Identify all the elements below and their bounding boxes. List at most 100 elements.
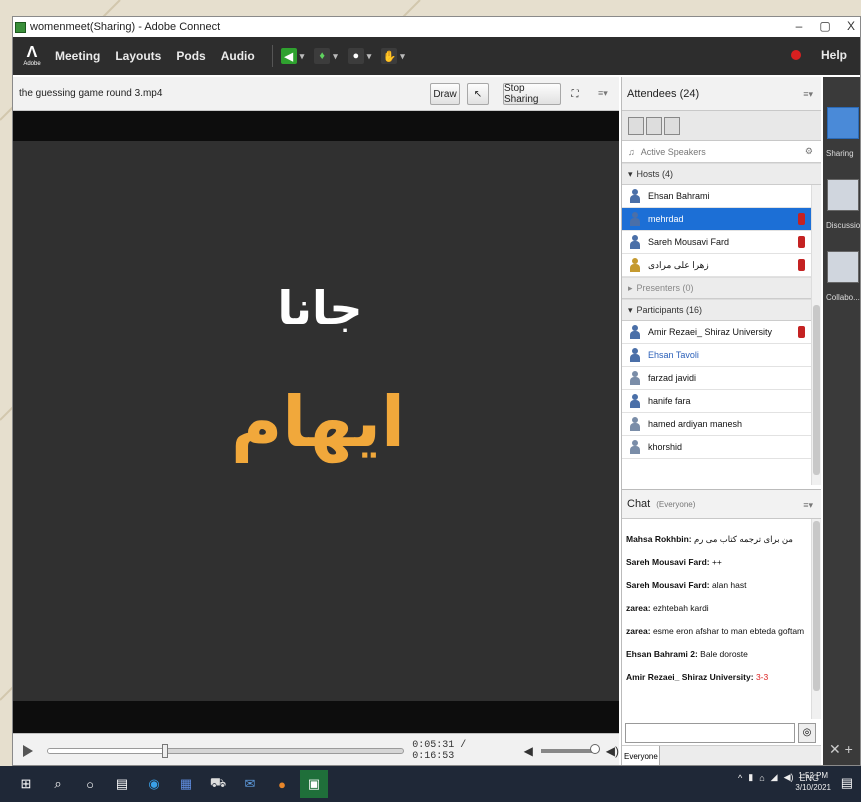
host-icon: [630, 212, 640, 226]
share-pod-title: the guessing game round 3.mp4: [19, 88, 163, 99]
attendee-row[interactable]: Sareh Mousavi Fard: [622, 231, 811, 254]
status-view-icon[interactable]: [646, 117, 662, 135]
chat-title: Chat: [627, 498, 651, 510]
layout-sharing[interactable]: [827, 107, 859, 139]
menu-layouts[interactable]: Layouts: [115, 49, 161, 63]
menu-bar: Λ Adobe Meeting Layouts Pods Audio ◀ ▾ ♦ ▾…: [13, 37, 860, 75]
network-icon[interactable]: ⌂: [759, 773, 764, 783]
chat-pod-header: Chat (Everyone) ≡▾: [622, 489, 821, 519]
pointer-button[interactable]: ↖: [467, 83, 489, 105]
notifications-icon[interactable]: ▤: [841, 775, 853, 791]
attendee-row[interactable]: Amir Rezaei_ Shiraz University: [622, 321, 811, 344]
attendee-row[interactable]: hanife fara: [622, 390, 811, 413]
cortana-icon[interactable]: ○: [76, 770, 104, 798]
window-title: womenmeet(Sharing) - Adobe Connect: [30, 21, 221, 33]
volume-slider[interactable]: [540, 743, 600, 754]
breakout-view-icon[interactable]: [664, 117, 680, 135]
firefox-icon[interactable]: ●: [268, 770, 296, 798]
collapse-arrow-icon: ▾: [628, 304, 633, 315]
wifi-icon[interactable]: ◢: [771, 772, 778, 783]
participant-icon: [630, 394, 640, 408]
host-icon: [630, 189, 640, 203]
chat-message: Sareh Mousavi Fard: alan hast: [626, 580, 747, 590]
volume-thumb[interactable]: [589, 743, 600, 754]
fullscreen-icon[interactable]: ⛶: [566, 83, 584, 105]
attendees-pod-header: Attendees (24) ≡▾: [622, 77, 821, 111]
help-menu[interactable]: Help: [821, 48, 847, 62]
adobe-connect-taskbar-icon[interactable]: ▣: [300, 770, 328, 798]
settings-gear-icon[interactable]: ⚙: [805, 146, 813, 157]
chat-footer: Everyone: [622, 745, 821, 765]
attendee-row[interactable]: Ehsan Tavoli: [622, 344, 811, 367]
layout-close-add-icons[interactable]: ✕ +: [829, 741, 853, 758]
microphone-button[interactable]: ♦ ▾: [314, 44, 338, 68]
layout-label: Sharing: [826, 149, 854, 158]
pod-options-icon[interactable]: ≡▾: [598, 88, 608, 99]
battery-icon[interactable]: ▮: [748, 772, 753, 783]
layout-label: Discussion: [826, 221, 861, 230]
chat-subtitle: (Everyone): [656, 499, 696, 509]
draw-button[interactable]: Draw: [430, 83, 460, 105]
store-icon[interactable]: ▦: [172, 770, 200, 798]
webcam-button[interactable]: ● ▾: [347, 44, 371, 68]
presenters-section-header[interactable]: ▸ Presenters (0): [622, 277, 821, 299]
seek-thumb[interactable]: [162, 743, 169, 758]
toolbar-separator: [271, 45, 273, 67]
hosts-section-header[interactable]: ▾ Hosts (4): [622, 163, 821, 185]
tray-chevron-icon[interactable]: ^: [738, 773, 742, 783]
menu-meeting[interactable]: Meeting: [55, 49, 100, 63]
chat-input[interactable]: [625, 723, 795, 743]
play-icon[interactable]: [23, 744, 33, 757]
task-view-icon[interactable]: ▤: [108, 770, 136, 798]
attendee-row[interactable]: hamed ardiyan manesh: [622, 413, 811, 436]
minimize-button[interactable]: –: [785, 17, 813, 37]
participant-icon: [630, 371, 640, 385]
volume-icon[interactable]: ◀: [524, 744, 533, 758]
chat-scrollbar[interactable]: [811, 519, 821, 719]
layout-discussion[interactable]: [827, 179, 859, 211]
attendee-row[interactable]: farzad javidi: [622, 367, 811, 390]
mail-icon[interactable]: ✉: [236, 770, 264, 798]
stop-sharing-button[interactable]: Stop Sharing: [503, 83, 561, 105]
scrollbar-thumb[interactable]: [813, 305, 820, 475]
maximize-button[interactable]: ▢: [811, 17, 839, 37]
attendee-row[interactable]: Ehsan Bahrami: [622, 185, 811, 208]
playback-controls: 0:05:31 / 0:16:53 ◀ ◀): [13, 733, 619, 765]
attendee-row-selected[interactable]: mehrdad: [622, 208, 811, 231]
list-view-icon[interactable]: [628, 117, 644, 135]
speaker-button[interactable]: ◀ ▾: [280, 44, 304, 68]
chat-menu-icon[interactable]: ≡▾: [803, 500, 813, 511]
active-speakers-label: Active Speakers: [640, 146, 706, 157]
attendee-row[interactable]: khorshid: [622, 436, 811, 459]
video-display: جانا ایهام: [13, 141, 619, 701]
adobe-connect-window: womenmeet(Sharing) - Adobe Connect – ▢ X…: [12, 16, 861, 766]
menu-pods[interactable]: Pods: [176, 49, 205, 63]
windows-start-icon[interactable]: ⊞: [12, 770, 40, 798]
sound-icon[interactable]: ◀): [784, 772, 794, 783]
seek-bar[interactable]: [47, 743, 405, 758]
edge-browser-icon[interactable]: ◉: [140, 770, 168, 798]
participants-section-header[interactable]: ▾ Participants (16): [622, 299, 821, 321]
video-letterbox-bottom: [13, 701, 619, 733]
participant-icon: [630, 440, 640, 454]
search-icon[interactable]: ⌕: [44, 770, 72, 798]
chat-tab-everyone[interactable]: Everyone: [622, 746, 660, 765]
taskbar-clock[interactable]: 1:52 PM 3/10/2021: [795, 770, 831, 794]
recording-indicator-icon: [791, 50, 801, 60]
layout-collaboration[interactable]: [827, 251, 859, 283]
scrollbar-thumb[interactable]: [813, 521, 820, 691]
chat-message: Ehsan Bahrami 2: Bale doroste: [626, 649, 748, 659]
attendees-menu-icon[interactable]: ≡▾: [803, 89, 813, 100]
raise-hand-button[interactable]: ✋ ▾: [381, 44, 405, 68]
close-button[interactable]: X: [837, 17, 860, 37]
shopping-bag-icon[interactable]: ⛟: [204, 770, 232, 798]
chat-message: Sareh Mousavi Fard: ++: [626, 557, 722, 567]
attendee-row[interactable]: زهرا علی مرادی: [622, 254, 811, 277]
hand-icon: ✋: [381, 48, 398, 64]
video-letterbox-top: [13, 111, 619, 141]
attendees-scrollbar[interactable]: [811, 185, 821, 485]
share-pod-header: the guessing game round 3.mp4 Draw ↖ Sto…: [13, 77, 619, 111]
send-message-button[interactable]: ◎: [798, 723, 816, 743]
menu-audio[interactable]: Audio: [221, 49, 255, 63]
right-column: Attendees (24) ≡▾ ♫ Active Speakers ⚙ ▾ H…: [621, 77, 821, 765]
